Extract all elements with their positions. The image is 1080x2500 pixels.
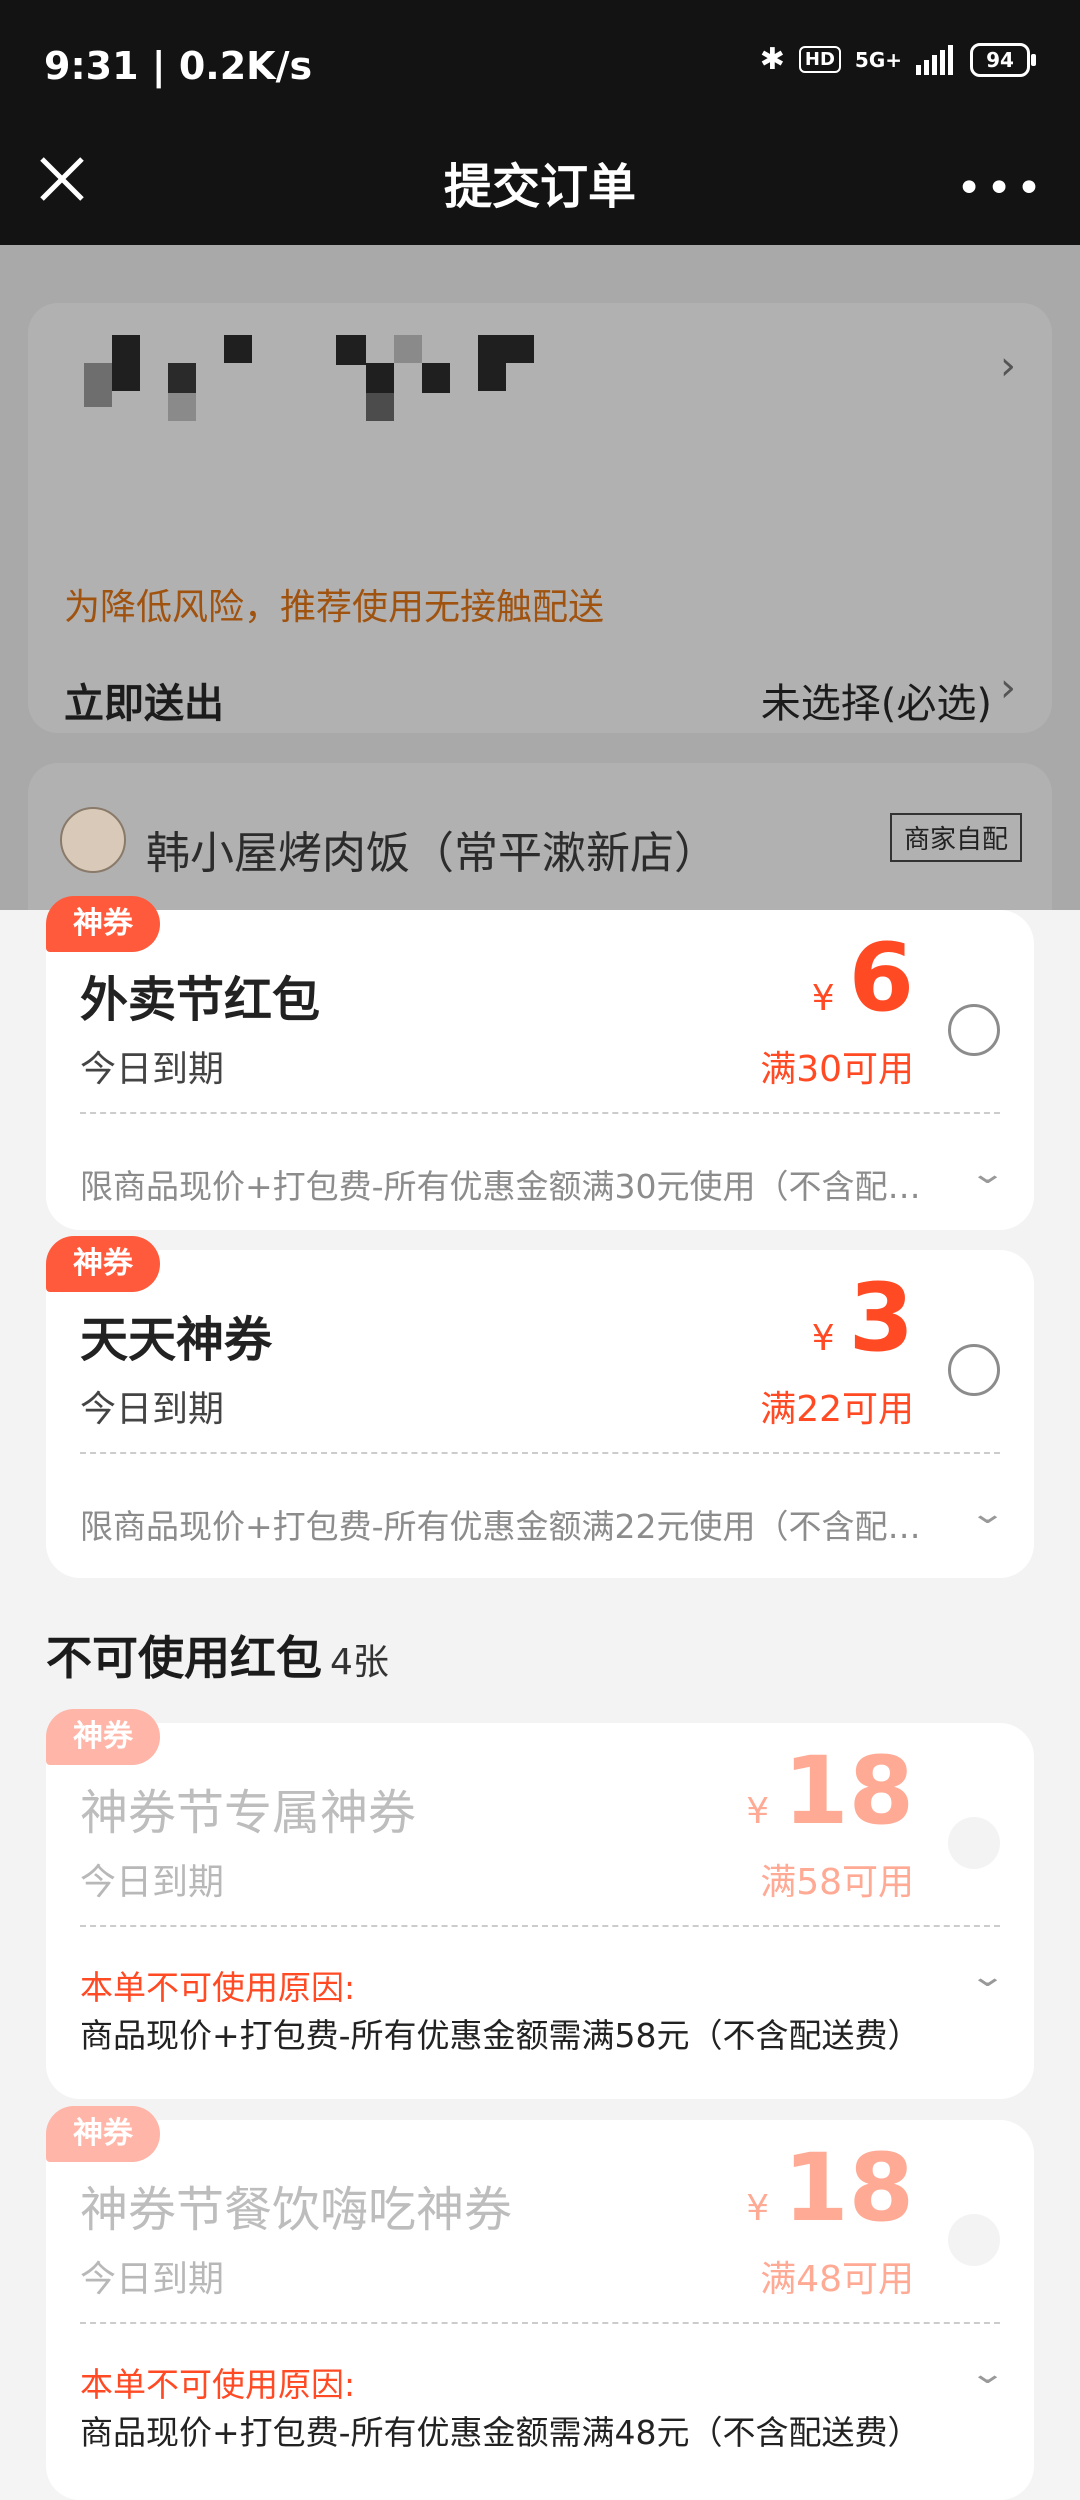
unavailable-count: 4张 [330, 1642, 389, 1683]
coupon-amount: ¥18 [746, 1745, 914, 1839]
unavailable-reason-label: 本单不可使用原因: [80, 1968, 356, 2007]
hd-icon: HD [798, 46, 841, 73]
coupon-condition: 满22可用 [760, 1389, 914, 1430]
coupon-expiry: 今日到期 [80, 1049, 225, 1090]
delivery-chevron-icon: › [1000, 665, 1016, 711]
unavailable-reason-label: 本单不可使用原因: [80, 2365, 356, 2404]
divider [80, 1925, 1000, 1927]
coupon-value: 6 [848, 924, 914, 1033]
divider [80, 2322, 1000, 2324]
delivery-type-badge: 商家自配 [889, 813, 1022, 862]
signal-icon [916, 44, 953, 75]
address-chevron-icon: › [1000, 343, 1016, 389]
shop-name: 韩小屋烤肉饭（常平漱新店） [146, 828, 718, 879]
coupon-select-radio-disabled [948, 2214, 1000, 2266]
bluetooth-icon: ✱ [759, 42, 785, 77]
coupon-sheet: 神券 外卖节红包 今日到期 ¥6 满30可用 限商品现价+打包费-所有优惠金额满… [0, 896, 1080, 2500]
coupon-title: 神券节专属神券 [80, 1785, 417, 1841]
coupon-title: 天天神券 [80, 1312, 273, 1368]
more-icon[interactable]: ••• [956, 163, 1046, 214]
coupon-card[interactable]: 神券 天天神券 今日到期 ¥3 满22可用 限商品现价+打包费-所有优惠金额满2… [46, 1236, 1034, 1578]
coupon-amount: ¥3 [812, 1272, 914, 1366]
coupon-title: 外卖节红包 [80, 972, 321, 1028]
coupon-title: 神券节餐饮嗨吃神券 [80, 2182, 513, 2238]
coupon-tag: 神券 [46, 1236, 160, 1292]
currency-symbol: ¥ [746, 2188, 770, 2229]
section-title-text: 不可使用红包 [46, 1631, 322, 1685]
currency-symbol: ¥ [811, 978, 835, 1019]
coupon-condition: 满30可用 [760, 1049, 914, 1090]
coupon-amount: ¥18 [746, 2142, 914, 2236]
network-label: 5G+ [854, 47, 902, 72]
coupon-value: 18 [783, 2134, 914, 2243]
unavailable-coupon-card[interactable]: 神券 神券节餐饮嗨吃神券 今日到期 ¥18 满48可用 本单不可使用原因: 商品… [46, 2106, 1034, 2500]
chevron-down-icon[interactable]: ⌄ [969, 2356, 1007, 2391]
coupon-condition: 满48可用 [760, 2259, 914, 2300]
coupon-select-radio[interactable] [948, 1004, 1000, 1056]
unavailable-reason: 商品现价+打包费-所有优惠金额需满58元（不含配送费） [80, 2016, 921, 2055]
status-time: 9:31 | 0.2K/s [44, 44, 313, 88]
coupon-value: 18 [783, 1737, 914, 1846]
coupon-condition: 满58可用 [760, 1862, 914, 1903]
unavailable-reason: 商品现价+打包费-所有优惠金额需满48元（不含配送费） [80, 2413, 921, 2452]
risk-notice: 为降低风险，推荐使用无接触配送 [64, 587, 605, 628]
nav-bar: 提交订单 ••• [0, 135, 1080, 245]
divider [80, 1452, 1000, 1454]
coupon-description: 限商品现价+打包费-所有优惠金额满30元使用（不含配送费） [80, 1167, 940, 1206]
currency-symbol: ¥ [746, 1791, 770, 1832]
coupon-tag: 神券 [46, 2106, 160, 2162]
divider [80, 1112, 1000, 1114]
coupon-amount: ¥6 [812, 932, 914, 1026]
page-title: 提交订单 [443, 159, 636, 215]
coupon-expiry: 今日到期 [80, 1862, 225, 1903]
currency-symbol: ¥ [811, 1318, 835, 1359]
delivery-time-value: 未选择(必选) [760, 681, 992, 727]
coupon-select-radio-disabled [948, 1817, 1000, 1869]
shop-avatar [60, 807, 126, 873]
coupon-tag: 神券 [46, 1709, 160, 1765]
address-card: › 为降低风险，推荐使用无接触配送 立即送出 未选择(必选) › [28, 303, 1052, 733]
chevron-down-icon[interactable]: ⌄ [969, 1156, 1007, 1191]
shop-card: 韩小屋烤肉饭（常平漱新店） 商家自配 [28, 763, 1052, 910]
coupon-description: 限商品现价+打包费-所有优惠金额满22元使用（不含配送费） [80, 1507, 940, 1546]
unavailable-section-title: 不可使用红包 4张 [46, 1622, 389, 1688]
unavailable-coupon-card[interactable]: 神券 神券节专属神券 今日到期 ¥18 满58可用 本单不可使用原因: 商品现价… [46, 1709, 1034, 2099]
coupon-expiry: 今日到期 [80, 2259, 225, 2300]
coupon-tag: 神券 [46, 896, 160, 952]
chevron-down-icon[interactable]: ⌄ [969, 1959, 1007, 1994]
chevron-down-icon[interactable]: ⌄ [969, 1496, 1007, 1531]
page-backdrop[interactable]: › 为降低风险，推荐使用无接触配送 立即送出 未选择(必选) › 韩小屋烤肉饭（… [0, 245, 1080, 910]
coupon-card[interactable]: 神券 外卖节红包 今日到期 ¥6 满30可用 限商品现价+打包费-所有优惠金额满… [46, 896, 1034, 1230]
coupon-select-radio[interactable] [948, 1344, 1000, 1396]
status-bar: 9:31 | 0.2K/s ✱ HD 5G+ 94 [0, 0, 1080, 135]
coupon-value: 3 [848, 1264, 914, 1373]
status-icons: ✱ HD 5G+ 94 [759, 42, 1036, 77]
battery-icon: 94 [970, 42, 1036, 77]
coupon-expiry: 今日到期 [80, 1389, 225, 1430]
delivery-time-label: 立即送出 [64, 681, 224, 727]
